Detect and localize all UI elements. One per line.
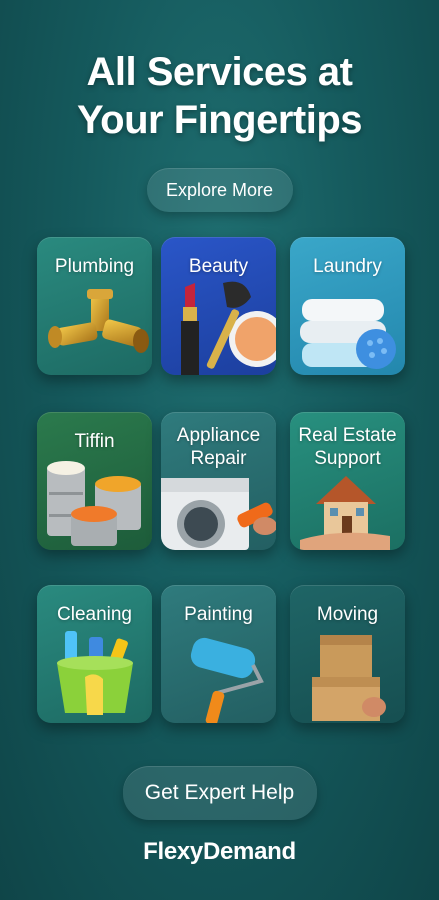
cleaning-bucket-icon [57, 631, 133, 715]
service-tile-real-estate-support[interactable]: Real Estate Support [290, 412, 405, 550]
explore-more-button[interactable]: Explore More [146, 168, 293, 212]
service-tile-beauty[interactable]: Beauty [161, 237, 276, 375]
washing-machine-icon [161, 478, 276, 550]
get-expert-help-button[interactable]: Get Expert Help [122, 766, 317, 820]
paint-roller-icon [190, 637, 264, 723]
tiffin-box-icon [47, 461, 141, 546]
pipe-fitting-icon [48, 289, 149, 353]
service-tile-cleaning[interactable]: Cleaning [37, 585, 152, 723]
service-tile-moving[interactable]: Moving [290, 585, 405, 723]
title-line-2: Your Fingertips [76, 98, 363, 142]
house-in-hand-icon [300, 476, 390, 550]
boxes-icon [312, 635, 386, 721]
page-title: All Services at Your Fingertips [0, 48, 439, 144]
service-tile-appliance-repair[interactable]: Appliance Repair [161, 412, 276, 550]
service-tile-laundry[interactable]: Laundry [290, 237, 405, 375]
towels-icon [300, 299, 396, 369]
title-line-1: All Services at [86, 50, 354, 94]
brand-name: FlexyDemand [143, 838, 296, 865]
service-tile-painting[interactable]: Painting [161, 585, 276, 723]
service-tile-tiffin[interactable]: Tiffin [37, 412, 152, 550]
makeup-icon [181, 281, 276, 375]
service-tile-plumbing[interactable]: Plumbing [37, 237, 152, 375]
